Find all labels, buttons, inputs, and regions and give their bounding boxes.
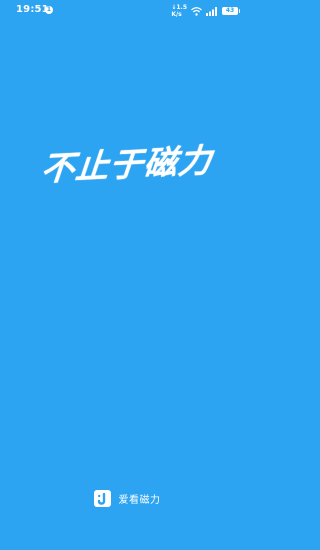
wifi-icon xyxy=(191,6,202,16)
status-icons: ↓1.5 K/s 43 xyxy=(171,4,240,18)
network-speed: ↓1.5 K/s xyxy=(171,4,187,18)
network-speed-unit: K/s xyxy=(171,11,182,18)
battery-icon: 43 xyxy=(222,7,240,15)
footer-brand: 爱看磁力 xyxy=(0,490,254,507)
status-time: 19:51 xyxy=(16,4,49,15)
splash-slogan: 不止于磁力 xyxy=(39,140,215,189)
cellular-signal-icon xyxy=(206,6,218,16)
j-logo-icon xyxy=(93,490,111,507)
notification-badge-icon: 1 xyxy=(45,6,53,14)
app-name: 爱看磁力 xyxy=(118,495,161,506)
network-speed-value: ↓1.5 xyxy=(171,4,187,11)
status-bar: 19:51 1 ↓1.5 K/s 43 xyxy=(0,0,254,22)
